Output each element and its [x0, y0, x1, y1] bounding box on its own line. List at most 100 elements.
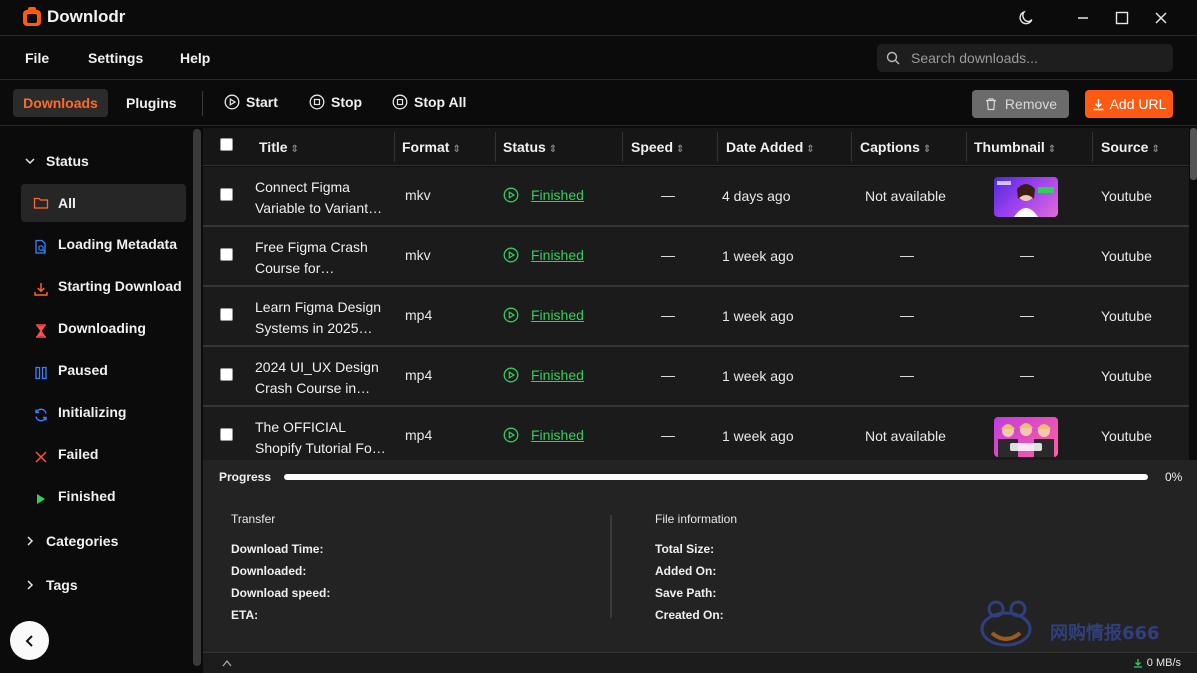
row-checkbox[interactable]: [220, 308, 233, 321]
row-status: Finished: [503, 367, 584, 383]
add-url-button[interactable]: Add URL: [1085, 90, 1173, 118]
column-header-source[interactable]: Source ⇕: [1101, 139, 1160, 155]
row-thumbnail: —: [1020, 367, 1034, 383]
collapse-sidebar-button[interactable]: [10, 621, 49, 660]
row-source: Youtube: [1101, 188, 1152, 204]
status-finished-link[interactable]: Finished: [531, 427, 584, 443]
sidebar-categories-toggle[interactable]: Categories: [24, 533, 118, 549]
table-row[interactable]: Connect Figma Variable to Variant… mkv Fi…: [203, 167, 1189, 227]
column-header-date-added[interactable]: Date Added ⇕: [726, 139, 815, 155]
sidebar-item-downloading[interactable]: Downloading: [21, 310, 186, 348]
sidebar-item-starting-download[interactable]: Starting Download: [21, 268, 186, 306]
menu-settings[interactable]: Settings: [88, 50, 143, 66]
play-circle-icon: [224, 94, 240, 110]
sidebar-status-toggle[interactable]: Status: [24, 153, 89, 169]
expand-panel-chevron-up-icon[interactable]: [222, 659, 232, 667]
status-finished-link[interactable]: Finished: [531, 187, 584, 203]
row-checkbox[interactable]: [220, 428, 233, 441]
sidebar-item-finished[interactable]: Finished: [21, 478, 186, 516]
row-captions: —: [900, 367, 914, 383]
table-row[interactable]: 2024 UI_UX Design Crash Course in… mp4 Fi…: [203, 347, 1189, 407]
row-status: Finished: [503, 427, 584, 443]
stop-button[interactable]: Stop: [309, 94, 362, 110]
menu-file[interactable]: File: [25, 50, 49, 66]
row-checkbox[interactable]: [220, 248, 233, 261]
tab-plugins[interactable]: Plugins: [126, 95, 177, 111]
column-divider[interactable]: [717, 132, 718, 162]
status-finished-link[interactable]: Finished: [531, 367, 584, 383]
start-label: Start: [246, 94, 278, 110]
close-icon[interactable]: [1151, 8, 1171, 28]
watermark-text: 网购情报666: [1050, 623, 1160, 644]
select-all-checkbox[interactable]: [220, 138, 233, 151]
maximize-icon[interactable]: [1112, 8, 1132, 28]
column-divider[interactable]: [851, 132, 852, 162]
sidebar-scrollbar[interactable]: [193, 129, 201, 666]
column-header-title[interactable]: Title ⇕: [259, 139, 299, 155]
watermark: 网购情报666: [978, 599, 1168, 649]
sidebar-status-header: Status: [46, 153, 89, 169]
stop-circle-icon: [309, 94, 325, 110]
row-format: mkv: [405, 187, 431, 203]
video-thumbnail[interactable]: [994, 417, 1058, 457]
row-speed: —: [661, 247, 675, 263]
column-header-captions[interactable]: Captions ⇕: [860, 139, 931, 155]
play-circle-icon: [503, 367, 519, 383]
table-row[interactable]: The OFFICIAL Shopify Tutorial Fo… mp4 Fin…: [203, 407, 1189, 460]
menu-help[interactable]: Help: [180, 50, 210, 66]
status-footer: 0 MB/s: [203, 652, 1197, 673]
row-checkbox[interactable]: [220, 188, 233, 201]
sidebar-item-paused[interactable]: Paused: [21, 352, 186, 390]
search-box: [877, 44, 1173, 72]
chevron-right-icon: [27, 580, 34, 590]
sidebar-item-all[interactable]: All: [21, 184, 186, 222]
table-row[interactable]: Free Figma Crash Course for… mkv Finished…: [203, 227, 1189, 287]
column-header-speed[interactable]: Speed ⇕: [631, 139, 684, 155]
app-logo-icon: [23, 7, 41, 26]
theme-toggle-moon-icon[interactable]: [1016, 8, 1036, 28]
minimize-icon[interactable]: [1073, 8, 1093, 28]
sidebar-tags-header: Tags: [46, 577, 78, 593]
video-thumbnail[interactable]: [994, 177, 1058, 217]
toolbar-divider: [202, 91, 203, 116]
sidebar-item-label: Paused: [58, 362, 108, 378]
column-divider[interactable]: [495, 132, 496, 162]
start-button[interactable]: Start: [224, 94, 278, 110]
row-speed: —: [661, 187, 675, 203]
sidebar-tags-toggle[interactable]: Tags: [24, 577, 78, 593]
thumbnail-image: [997, 181, 1054, 217]
footer-speed: 0 MB/s: [1133, 657, 1181, 669]
row-checkbox[interactable]: [220, 368, 233, 381]
column-header-thumbnail[interactable]: Thumbnail ⇕: [974, 139, 1056, 155]
status-finished-link[interactable]: Finished: [531, 307, 584, 323]
transfer-title: Transfer: [231, 512, 276, 526]
table-scrollbar[interactable]: [1190, 128, 1197, 180]
sidebar-item-loading-metadata[interactable]: Loading Metadata: [21, 226, 186, 264]
downloaded-label: Downloaded:: [231, 564, 307, 578]
save-path-label: Save Path:: [655, 586, 717, 600]
row-speed: —: [661, 307, 675, 323]
sidebar-item-label: Starting Download: [58, 278, 182, 294]
add-url-label: Add URL: [1109, 96, 1167, 112]
column-divider[interactable]: [1092, 132, 1093, 162]
row-captions: Not available: [865, 428, 946, 444]
column-divider[interactable]: [966, 132, 967, 162]
column-divider[interactable]: [622, 132, 623, 162]
total-size-label: Total Size:: [655, 542, 715, 556]
status-finished-link[interactable]: Finished: [531, 247, 584, 263]
eta-label: ETA:: [231, 608, 259, 622]
column-header-status[interactable]: Status ⇕: [503, 139, 557, 155]
table-row[interactable]: Learn Figma Design Systems in 2025… mp4 F…: [203, 287, 1189, 347]
stop-all-button[interactable]: Stop All: [392, 94, 466, 110]
sidebar-item-label: All: [58, 195, 76, 211]
column-header-format[interactable]: Format ⇕: [402, 139, 461, 155]
remove-button[interactable]: Remove: [972, 90, 1069, 118]
row-format: mp4: [405, 367, 433, 383]
column-divider[interactable]: [394, 132, 395, 162]
sidebar-item-initializing[interactable]: Initializing: [21, 394, 186, 432]
row-speed: —: [661, 367, 675, 383]
tab-downloads[interactable]: Downloads: [13, 89, 108, 117]
sidebar-item-failed[interactable]: Failed: [21, 436, 186, 474]
search-input[interactable]: [911, 48, 1161, 68]
download-icon: [34, 283, 48, 296]
